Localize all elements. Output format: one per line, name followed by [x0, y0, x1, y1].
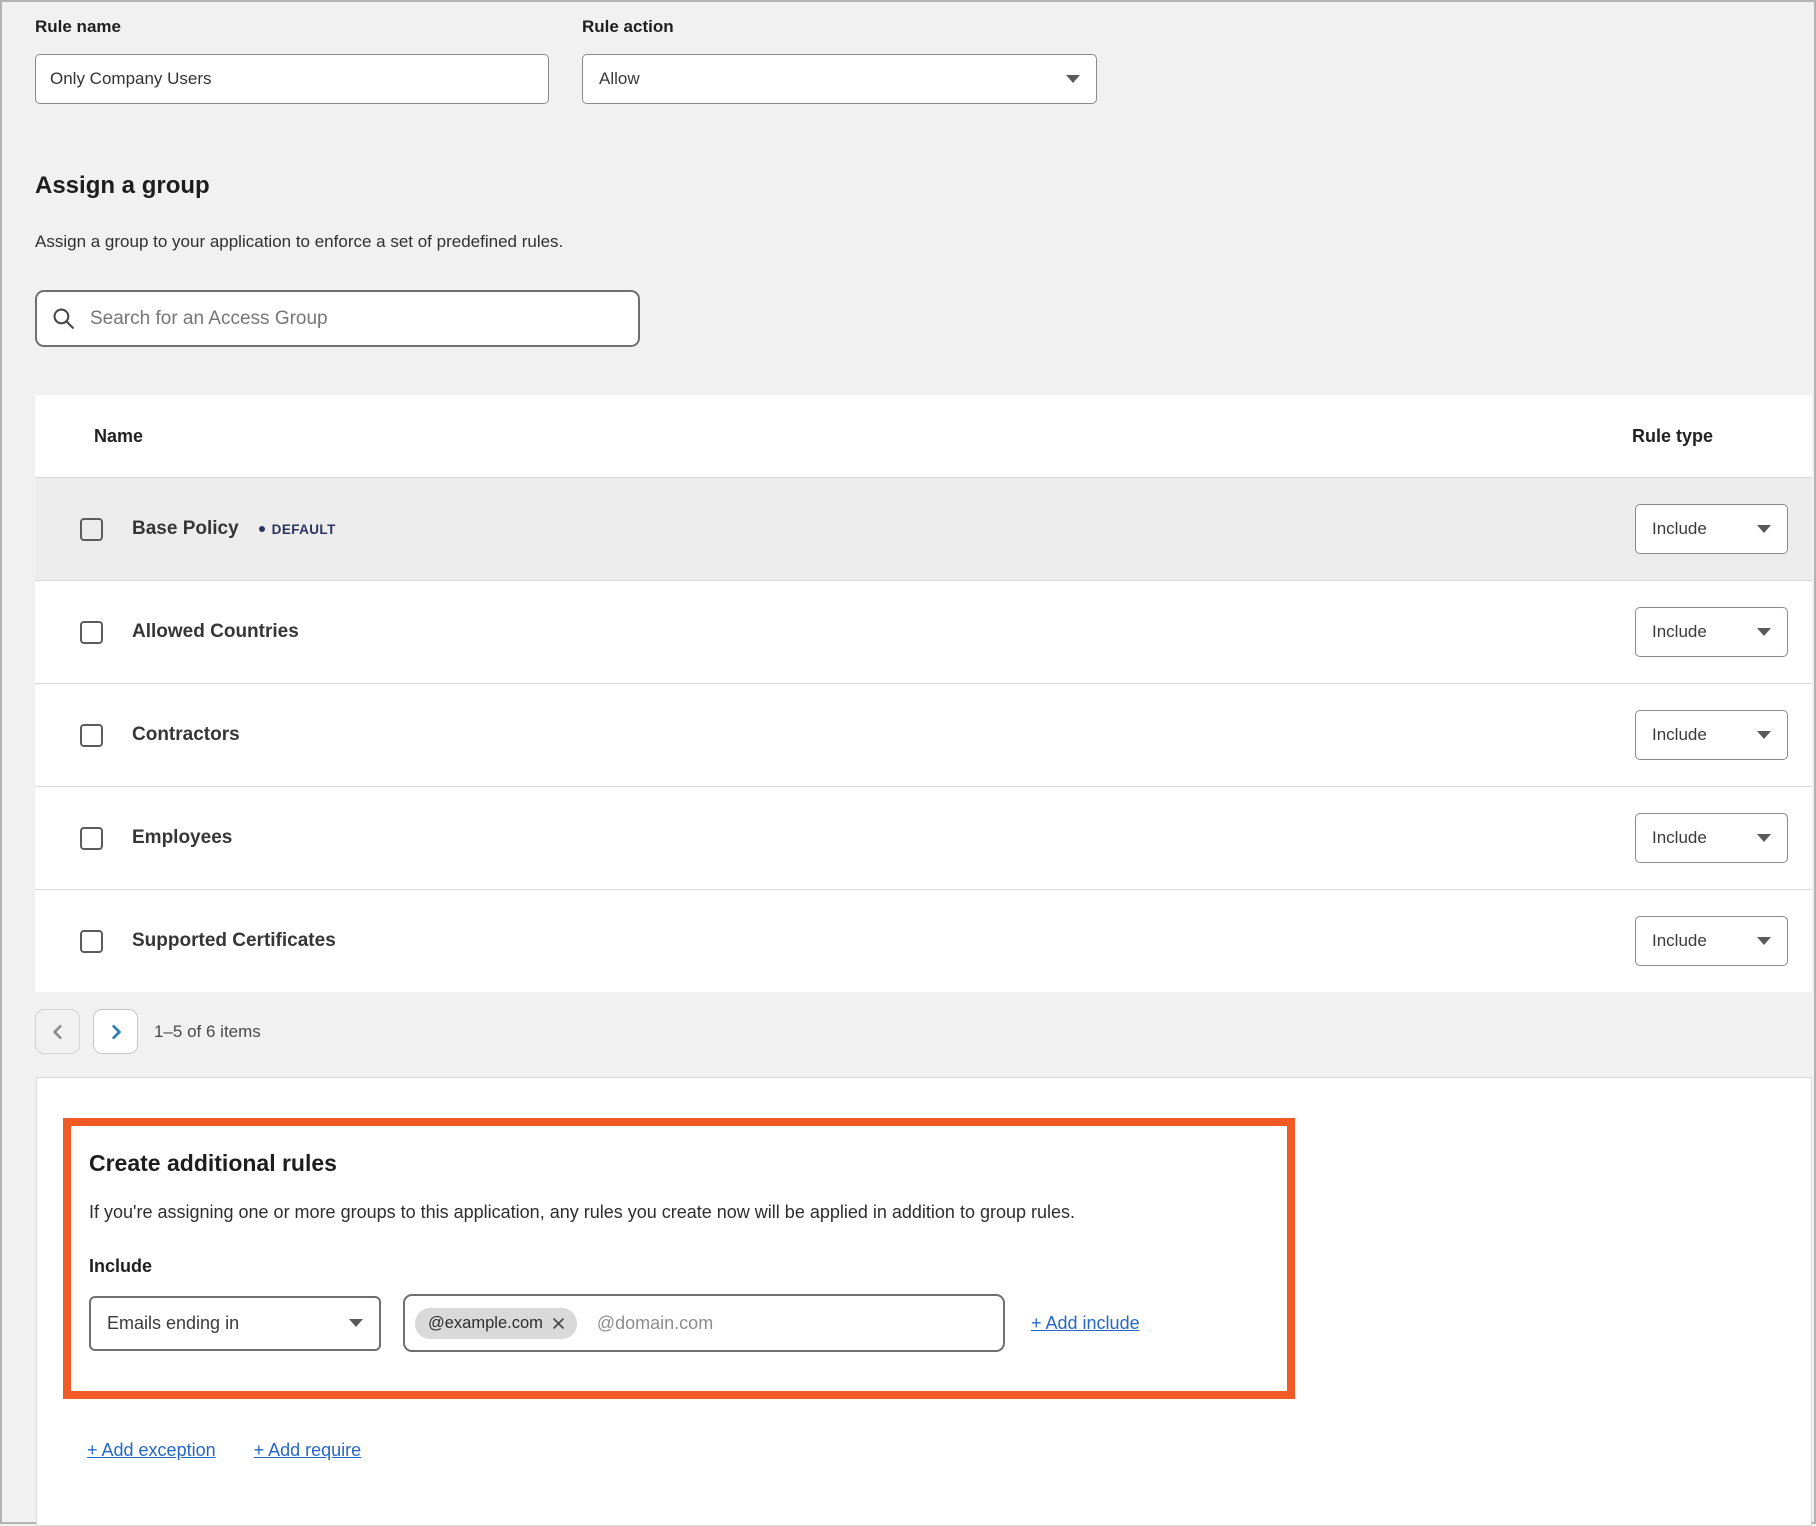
- group-name: Base Policy: [132, 518, 239, 540]
- rule-action-field: Rule action Allow: [582, 17, 1097, 104]
- add-include-link[interactable]: + Add include: [1031, 1313, 1140, 1334]
- pagination: 1–5 of 6 items: [35, 1009, 261, 1054]
- pagination-label: 1–5 of 6 items: [154, 1022, 261, 1042]
- assign-group-heading: Assign a group: [35, 172, 210, 200]
- rule-type-select[interactable]: Include: [1635, 710, 1788, 760]
- table-row: Contractors Include: [35, 683, 1812, 786]
- chevron-down-icon: [1757, 731, 1771, 739]
- rule-name-label: Rule name: [35, 17, 549, 37]
- rule-type-select[interactable]: Include: [1635, 504, 1788, 554]
- row-checkbox[interactable]: [80, 518, 103, 541]
- column-header-name: Name: [94, 426, 143, 447]
- highlighted-create-rules-section: Create additional rules If you're assign…: [63, 1118, 1295, 1399]
- remove-chip-icon[interactable]: [553, 1318, 564, 1329]
- include-label: Include: [89, 1256, 1267, 1277]
- table-row: Employees Include: [35, 786, 1812, 889]
- rule-selector-value: Emails ending in: [107, 1313, 239, 1334]
- group-name: Supported Certificates: [132, 930, 336, 952]
- table-header: Name Rule type: [35, 395, 1812, 477]
- add-exception-link[interactable]: + Add exception: [87, 1440, 216, 1461]
- rule-type-select[interactable]: Include: [1635, 813, 1788, 863]
- row-checkbox[interactable]: [80, 827, 103, 850]
- chip-label: @example.com: [428, 1314, 543, 1333]
- default-badge: DEFAULT: [259, 522, 336, 537]
- create-rules-description: If you're assigning one or more groups t…: [89, 1202, 1267, 1223]
- row-checkbox[interactable]: [80, 930, 103, 953]
- group-name: Employees: [132, 827, 232, 849]
- chevron-down-icon: [1757, 834, 1771, 842]
- row-checkbox[interactable]: [80, 724, 103, 747]
- bullet-icon: [259, 526, 265, 532]
- rule-name-field: Rule name: [35, 17, 549, 104]
- additional-rules-card: Create additional rules If you're assign…: [36, 1077, 1812, 1526]
- chevron-down-icon: [1757, 628, 1771, 636]
- column-header-rule-type: Rule type: [1632, 426, 1713, 447]
- table-row: Allowed Countries Include: [35, 580, 1812, 683]
- email-domain-chip: @example.com: [415, 1308, 577, 1339]
- include-rule-row: Emails ending in @example.com + Add incl…: [89, 1294, 1267, 1352]
- table-row: Base Policy DEFAULT Include: [35, 477, 1812, 580]
- email-domain-input-box: @example.com: [403, 1294, 1005, 1352]
- row-checkbox[interactable]: [80, 621, 103, 644]
- rule-type-select[interactable]: Include: [1635, 916, 1788, 966]
- email-domain-input[interactable]: [595, 1312, 993, 1335]
- rule-action-label: Rule action: [582, 17, 1097, 37]
- search-input[interactable]: [88, 307, 624, 331]
- table-row: Supported Certificates Include: [35, 889, 1812, 992]
- rule-links-row: + Add exception + Add require: [87, 1440, 361, 1461]
- group-name: Allowed Countries: [132, 621, 299, 643]
- rule-action-value: Allow: [599, 69, 640, 89]
- rule-action-select[interactable]: Allow: [582, 54, 1097, 104]
- rule-type-select[interactable]: Include: [1635, 607, 1788, 657]
- assign-group-description: Assign a group to your application to en…: [35, 232, 563, 252]
- rule-name-input[interactable]: [35, 54, 549, 104]
- chevron-left-icon: [51, 1024, 65, 1040]
- search-icon: [51, 306, 76, 331]
- chevron-down-icon: [1066, 75, 1080, 83]
- chevron-down-icon: [1757, 525, 1771, 533]
- chevron-right-icon: [109, 1024, 123, 1040]
- group-name: Contractors: [132, 724, 240, 746]
- access-groups-table: Name Rule type Base Policy DEFAULT Inclu…: [35, 395, 1812, 992]
- chevron-down-icon: [1757, 937, 1771, 945]
- add-require-link[interactable]: + Add require: [254, 1440, 362, 1461]
- access-group-search: [35, 290, 640, 347]
- next-page-button[interactable]: [93, 1009, 138, 1054]
- previous-page-button[interactable]: [35, 1009, 80, 1054]
- create-rules-heading: Create additional rules: [89, 1150, 1267, 1177]
- rule-selector-dropdown[interactable]: Emails ending in: [89, 1296, 381, 1351]
- chevron-down-icon: [349, 1319, 363, 1327]
